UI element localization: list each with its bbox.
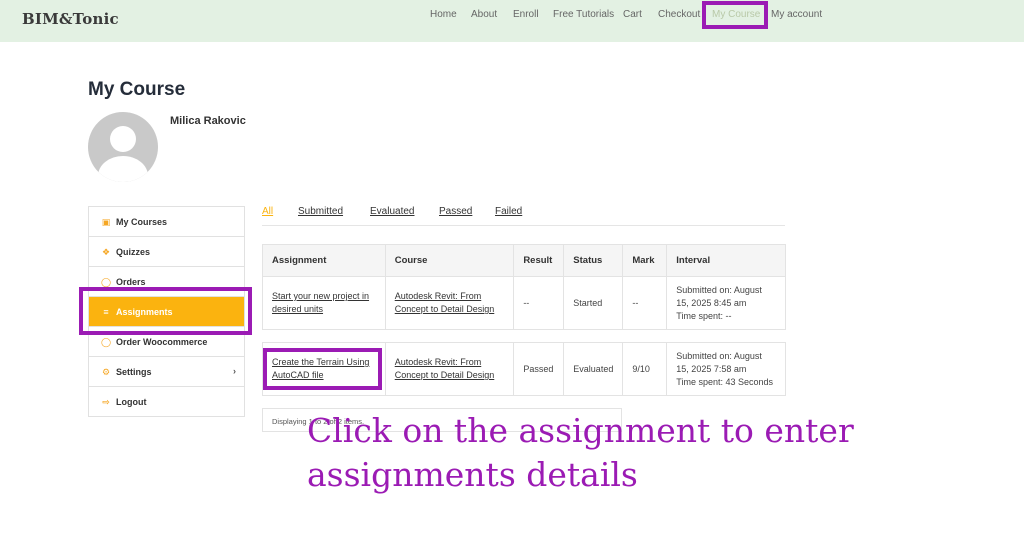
result-cell: -- xyxy=(513,276,565,330)
tab-passed[interactable]: Passed xyxy=(439,206,472,217)
status-cell: Evaluated xyxy=(563,342,624,396)
sidebar-item-label: My Courses xyxy=(116,216,168,227)
nav-enroll[interactable]: Enroll xyxy=(513,9,539,20)
courses-icon: ▣ xyxy=(101,216,111,227)
mark-cell: -- xyxy=(622,276,668,330)
submitted-on-text: Submitted on: August 15, 2025 7:58 am xyxy=(676,350,762,374)
table-row: Start your new project in desired units … xyxy=(262,276,786,330)
chevron-right-icon: › xyxy=(233,366,236,376)
sidebar-item-my-courses[interactable]: ▣ My Courses xyxy=(89,207,244,237)
table-row: Create the Terrain Using AutoCAD file Au… xyxy=(262,342,786,396)
column-header-result: Result xyxy=(513,244,565,277)
avatar xyxy=(88,112,158,182)
sidebar-item-orders[interactable]: ◯ Orders xyxy=(89,267,244,297)
column-header-status: Status xyxy=(563,244,624,277)
sidebar-item-settings[interactable]: ⚙ Settings › xyxy=(89,357,244,387)
column-header-mark: Mark xyxy=(622,244,668,277)
course-link[interactable]: Autodesk Revit: From Concept to Detail D… xyxy=(395,357,495,380)
puzzle-icon: ❖ xyxy=(101,246,111,257)
top-navigation-bar: BIM&Tonic Home About Enroll Free Tutoria… xyxy=(0,0,1024,42)
user-name: Milica Rakovic xyxy=(170,115,246,127)
sidebar-item-label: Quizzes xyxy=(116,246,151,257)
nav-home[interactable]: Home xyxy=(430,9,457,20)
sidebar-item-label: Logout xyxy=(116,396,147,407)
course-cell: Autodesk Revit: From Concept to Detail D… xyxy=(384,342,515,396)
tab-all[interactable]: All xyxy=(262,206,273,217)
cart-icon: ◯ xyxy=(101,336,112,347)
nav-free-tutorials[interactable]: Free Tutorials xyxy=(553,9,614,20)
assignment-cell: Create the Terrain Using AutoCAD file xyxy=(262,342,386,396)
time-spent-text: Time spent: -- xyxy=(676,310,732,321)
sidebar-item-order-woocommerce[interactable]: ◯ Order Woocommerce xyxy=(89,327,244,357)
sidebar-item-quizzes[interactable]: ❖ Quizzes xyxy=(89,237,244,267)
avatar-head-icon xyxy=(110,126,136,152)
tab-evaluated[interactable]: Evaluated xyxy=(370,206,414,217)
column-header-course: Course xyxy=(384,244,515,277)
assignment-link[interactable]: Start your new project in desired units xyxy=(272,291,369,314)
nav-checkout[interactable]: Checkout xyxy=(658,9,700,20)
instruction-line-2: assignments details xyxy=(307,455,638,494)
result-cell: Passed xyxy=(513,342,565,396)
row-separator xyxy=(262,329,786,343)
interval-cell: Submitted on: August 15, 2025 8:45 am Ti… xyxy=(666,276,786,330)
account-sidebar: ▣ My Courses ❖ Quizzes ◯ Orders ≡ Assign… xyxy=(88,206,245,417)
nav-my-account[interactable]: My account xyxy=(771,9,822,20)
logout-icon: ⇨ xyxy=(102,396,110,407)
interval-cell: Submitted on: August 15, 2025 7:58 am Ti… xyxy=(666,342,786,396)
tab-submitted[interactable]: Submitted xyxy=(298,206,343,217)
sidebar-item-label: Settings xyxy=(116,366,152,377)
avatar-body-icon xyxy=(98,156,148,182)
assignment-link[interactable]: Create the Terrain Using AutoCAD file xyxy=(272,357,369,380)
list-icon: ≡ xyxy=(103,306,109,317)
assignment-filter-tabs: All Submitted Evaluated Passed Failed xyxy=(262,206,785,226)
sidebar-item-assignments[interactable]: ≡ Assignments xyxy=(89,297,244,327)
nav-about[interactable]: About xyxy=(471,9,497,20)
table-header-row: Assignment Course Result Status Mark Int… xyxy=(262,244,786,277)
assignment-cell: Start your new project in desired units xyxy=(262,276,386,330)
sidebar-item-label: Assignments xyxy=(116,306,173,317)
submitted-on-text: Submitted on: August 15, 2025 8:45 am xyxy=(676,284,762,308)
instruction-line-1: Click on the assignment to enter xyxy=(307,411,854,450)
sidebar-item-label: Order Woocommerce xyxy=(116,336,208,347)
course-cell: Autodesk Revit: From Concept to Detail D… xyxy=(384,276,515,330)
status-cell: Started xyxy=(563,276,624,330)
nav-my-course[interactable]: My Course xyxy=(712,9,760,20)
nav-cart[interactable]: Cart xyxy=(623,9,642,20)
column-header-interval: Interval xyxy=(666,244,786,277)
gear-icon: ⚙ xyxy=(101,366,111,377)
column-header-assignment: Assignment xyxy=(262,244,386,277)
time-spent-text: Time spent: 43 Seconds xyxy=(676,376,774,387)
sidebar-item-label: Orders xyxy=(116,276,146,287)
assignments-table: Assignment Course Result Status Mark Int… xyxy=(262,244,786,396)
sidebar-item-logout[interactable]: ⇨ Logout xyxy=(89,387,244,417)
site-logo[interactable]: BIM&Tonic xyxy=(22,10,119,28)
course-link[interactable]: Autodesk Revit: From Concept to Detail D… xyxy=(395,291,495,314)
mark-cell: 9/10 xyxy=(622,342,668,396)
page-title: My Course xyxy=(88,79,186,100)
tutorial-instruction: Click on the assignment to enter assignm… xyxy=(307,409,947,497)
tab-failed[interactable]: Failed xyxy=(495,206,522,217)
cart-icon: ◯ xyxy=(101,276,112,287)
